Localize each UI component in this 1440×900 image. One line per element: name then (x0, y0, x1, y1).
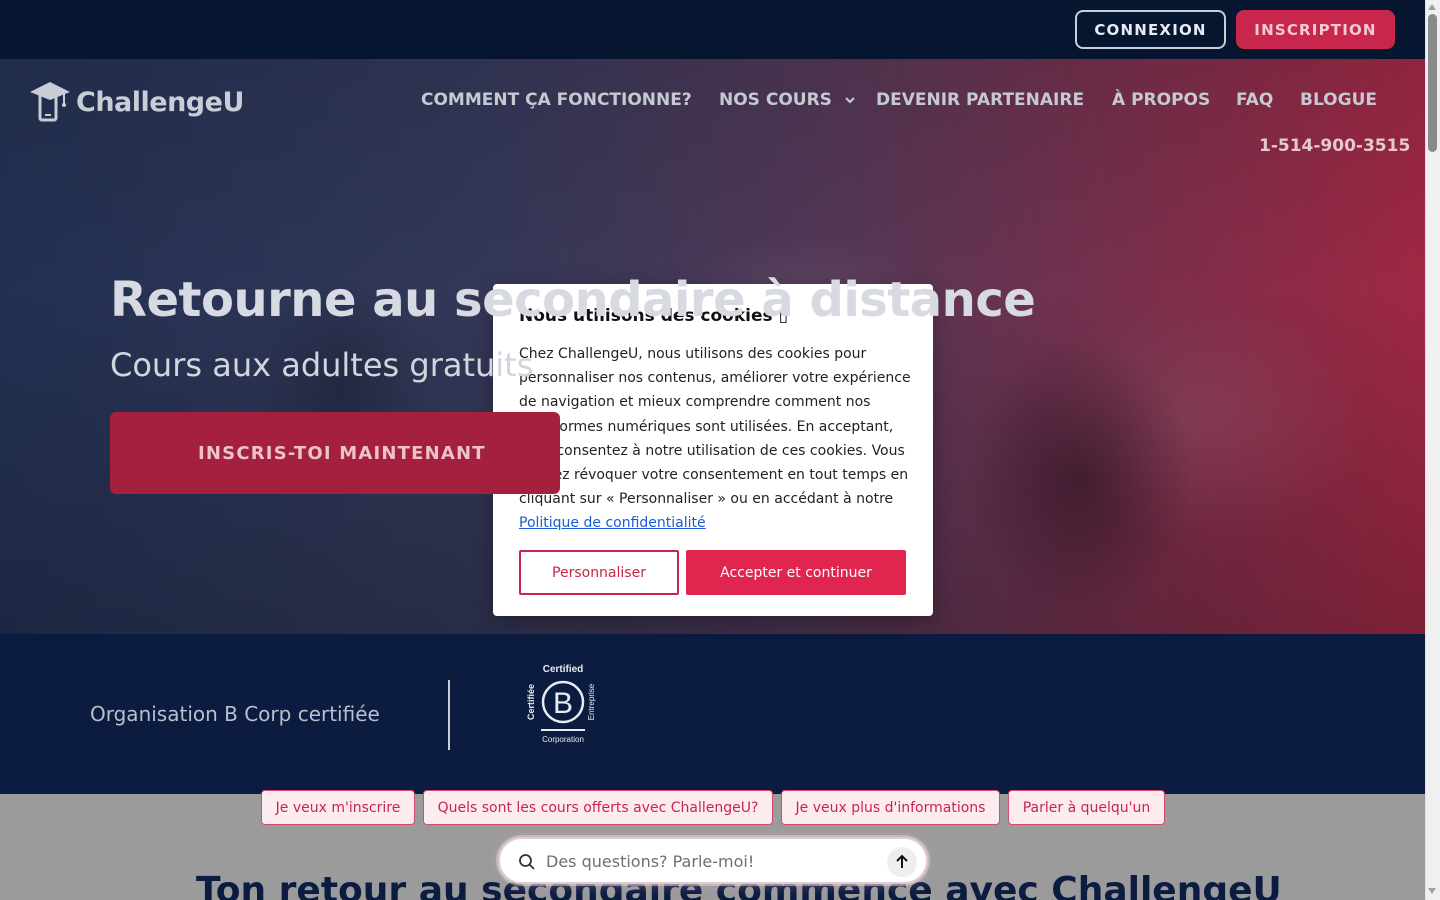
bcorp-badge-icon: Certified B Certifiée Entreprise Corpora… (526, 664, 596, 744)
send-button[interactable] (887, 847, 917, 877)
badge-left-text: Certifiée (526, 684, 536, 720)
nav-item-faq[interactable]: FAQ (1236, 90, 1273, 110)
chat-input[interactable] (546, 847, 876, 875)
badge-bottom-text: Corporation (542, 735, 584, 744)
chat-box (498, 837, 928, 884)
customize-button[interactable]: Personnaliser (519, 550, 679, 595)
login-button[interactable]: CONNEXION (1075, 10, 1226, 49)
phone-link[interactable]: 1-514-900-3515 (1259, 136, 1410, 156)
chevron-down-icon (845, 97, 855, 104)
bcorp-text: Organisation B Corp certifiée (90, 702, 380, 726)
divider (448, 680, 450, 750)
mortarboard-phone-icon (30, 82, 70, 122)
search-icon (519, 854, 535, 870)
scroll-up-icon[interactable] (1428, 4, 1436, 10)
nav-item-devenir-partenaire[interactable]: DEVENIR PARTENAIRE (876, 90, 1084, 110)
nav-item-a-propos[interactable]: À PROPOS (1112, 90, 1210, 110)
nav-item-comment-ca-fonctionne[interactable]: COMMENT ÇA FONCTIONNE? (421, 90, 692, 110)
hero-subtitle: Cours aux adultes gratuits (110, 346, 534, 384)
hero-title: Retourne au secondaire à distance (110, 272, 1036, 328)
nav-item-blogue[interactable]: BLOGUE (1300, 90, 1377, 110)
privacy-policy-link[interactable]: Politique de confidentialité (519, 515, 706, 531)
arrow-up-icon (896, 854, 908, 868)
accept-button[interactable]: Accepter et continuer (686, 550, 906, 595)
signup-button[interactable]: INSCRIPTION (1236, 10, 1395, 49)
nav-item-label: NOS COURS (719, 90, 832, 110)
scrollbar-thumb[interactable] (1428, 14, 1437, 152)
badge-right-text: Entreprise (587, 683, 596, 720)
chip-plus-informations[interactable]: Je veux plus d'informations (781, 790, 1000, 825)
nav-item-nos-cours[interactable]: NOS COURS (719, 90, 856, 110)
logo[interactable]: ChallengeU (28, 80, 244, 124)
chip-parler-quelquun[interactable]: Parler à quelqu'un (1008, 790, 1165, 825)
cookie-body: Chez ChallengeU, nous utilisons des cook… (519, 342, 911, 536)
badge-top-text: Certified (543, 664, 584, 675)
chip-inscrire[interactable]: Je veux m'inscrire (261, 790, 415, 825)
cookie-body-text: Chez ChallengeU, nous utilisons des cook… (519, 346, 911, 508)
enroll-now-button[interactable]: INSCRIS-TOI MAINTENANT (110, 412, 560, 494)
badge-letter: B (553, 687, 573, 720)
chip-cours-offerts[interactable]: Quels sont les cours offerts avec Challe… (423, 790, 773, 825)
scroll-down-icon[interactable] (1428, 888, 1436, 894)
logo-text: ChallengeU (76, 86, 244, 118)
